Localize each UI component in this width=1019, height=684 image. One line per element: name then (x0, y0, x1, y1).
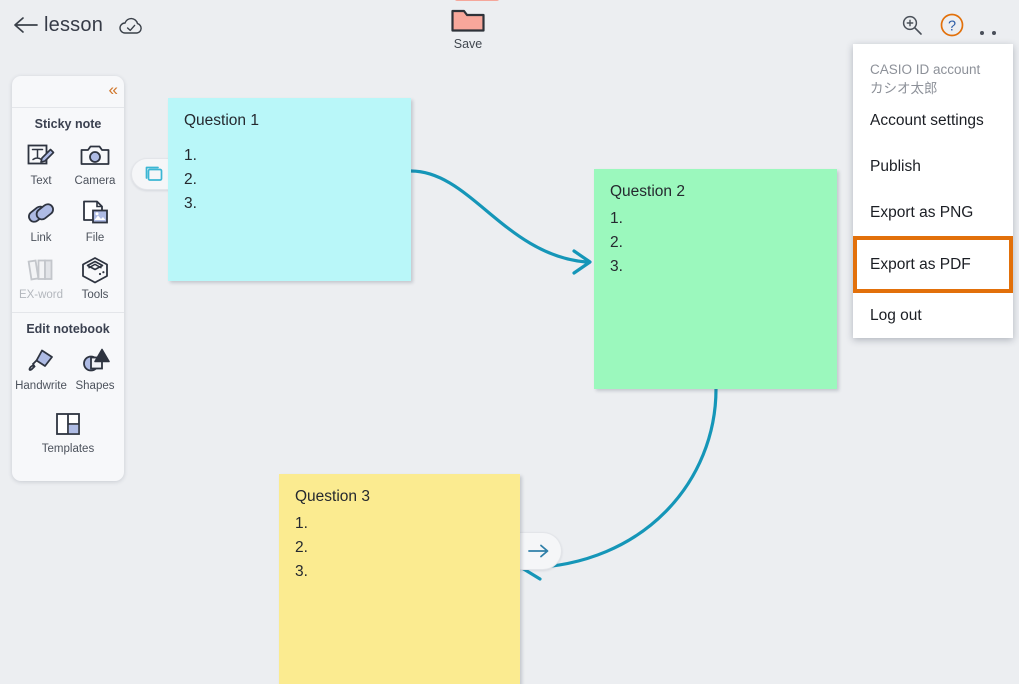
note-title: Question 2 (610, 183, 685, 200)
tool-ex-word: EX-word (14, 251, 68, 308)
note-title: Question 3 (295, 488, 370, 505)
note-line: 3. (295, 563, 308, 580)
folder-icon (450, 5, 486, 35)
account-dropdown-menu: CASIO ID account カシオ太郎 Account settings … (853, 44, 1013, 338)
sticky-note[interactable]: Question 3 1. 2. 3. (279, 474, 520, 684)
menu-item-log-out[interactable]: Log out (853, 293, 1013, 339)
note-line: 1. (184, 147, 197, 164)
note-line: 2. (184, 171, 197, 188)
tool-panel: « Sticky note Text Camera Link File EX-w… (12, 76, 124, 481)
tool-link[interactable]: Link (14, 194, 68, 251)
cloud-check-icon (118, 16, 144, 36)
note-line: 3. (610, 258, 623, 275)
tool-camera[interactable]: Camera (68, 137, 122, 194)
sticky-note-tool-grid: Text Camera Link File EX-word Tools (12, 137, 124, 308)
tool-label: Templates (41, 443, 95, 455)
more-dot (992, 31, 997, 35)
back-arrow-icon[interactable] (12, 14, 38, 36)
tool-tools[interactable]: Tools (68, 251, 122, 308)
help-circle-icon[interactable]: ? (939, 12, 965, 38)
handwrite-pen-icon (14, 344, 68, 378)
file-image-icon (68, 196, 122, 230)
camera-icon (68, 139, 122, 173)
tool-label: Shapes (75, 380, 115, 392)
account-info: CASIO ID account カシオ太郎 (853, 44, 1013, 98)
menu-item-export-pdf[interactable]: Export as PDF (853, 236, 1013, 293)
tool-templates[interactable]: Templates (12, 399, 124, 462)
shapes-icon (68, 344, 122, 378)
page-title: lesson (44, 14, 104, 36)
panel-divider (12, 312, 124, 313)
next-note-button[interactable] (516, 532, 562, 570)
zoom-in-icon[interactable] (900, 13, 924, 37)
edit-notebook-tool-grid: Handwrite Shapes Templates (12, 342, 124, 462)
tool-shapes[interactable]: Shapes (68, 342, 122, 399)
sticky-note[interactable]: Question 2 1. 2. 3. (594, 169, 837, 389)
menu-item-account-settings[interactable]: Account settings (853, 98, 1013, 144)
template-grid-icon (12, 407, 124, 441)
sticky-note[interactable]: Question 1 1. 2. 3. (168, 98, 411, 281)
note-line: 1. (295, 515, 308, 532)
ex-word-icon (14, 253, 68, 287)
tool-label: Handwrite (15, 380, 67, 392)
link-chain-icon (14, 196, 68, 230)
account-label: CASIO ID account (870, 62, 981, 77)
tool-label: EX-word (18, 289, 64, 301)
duplicate-icon (143, 164, 165, 184)
tool-label: Link (30, 232, 52, 244)
tool-label: Camera (74, 175, 116, 187)
note-line: 2. (295, 539, 308, 556)
menu-item-publish[interactable]: Publish (853, 144, 1013, 190)
tool-label: File (85, 232, 105, 244)
account-name: カシオ太郎 (870, 81, 938, 96)
tool-panel-header: « (12, 76, 124, 108)
tool-file[interactable]: File (68, 194, 122, 251)
svg-text:?: ? (948, 18, 956, 34)
tools-cube-icon (68, 253, 122, 287)
menu-item-export-png[interactable]: Export as PNG (853, 190, 1013, 236)
connector-1to2 (409, 169, 588, 264)
more-horizontal-icon[interactable] (980, 22, 1006, 53)
tool-label: Text (30, 175, 52, 187)
collapse-panel-button[interactable]: « (109, 80, 119, 100)
tool-label: Tools (81, 289, 109, 301)
app-header: lesson Save ? (0, 0, 1019, 53)
note-line: 1. (610, 210, 623, 227)
tool-handwrite[interactable]: Handwrite (14, 342, 68, 399)
note-line: 3. (184, 195, 197, 212)
more-dot (980, 31, 984, 35)
note-title: Question 1 (184, 112, 259, 129)
note-line: 2. (610, 234, 623, 251)
section-title-sticky-note: Sticky note (34, 117, 102, 131)
app-window: lesson Save ? Question 1 1. 2. 3. Questi… (0, 0, 1019, 684)
text-note-icon (14, 139, 68, 173)
section-title-edit-notebook: Edit notebook (26, 322, 110, 336)
arrow-right-icon (526, 541, 552, 561)
tool-text[interactable]: Text (14, 137, 68, 194)
